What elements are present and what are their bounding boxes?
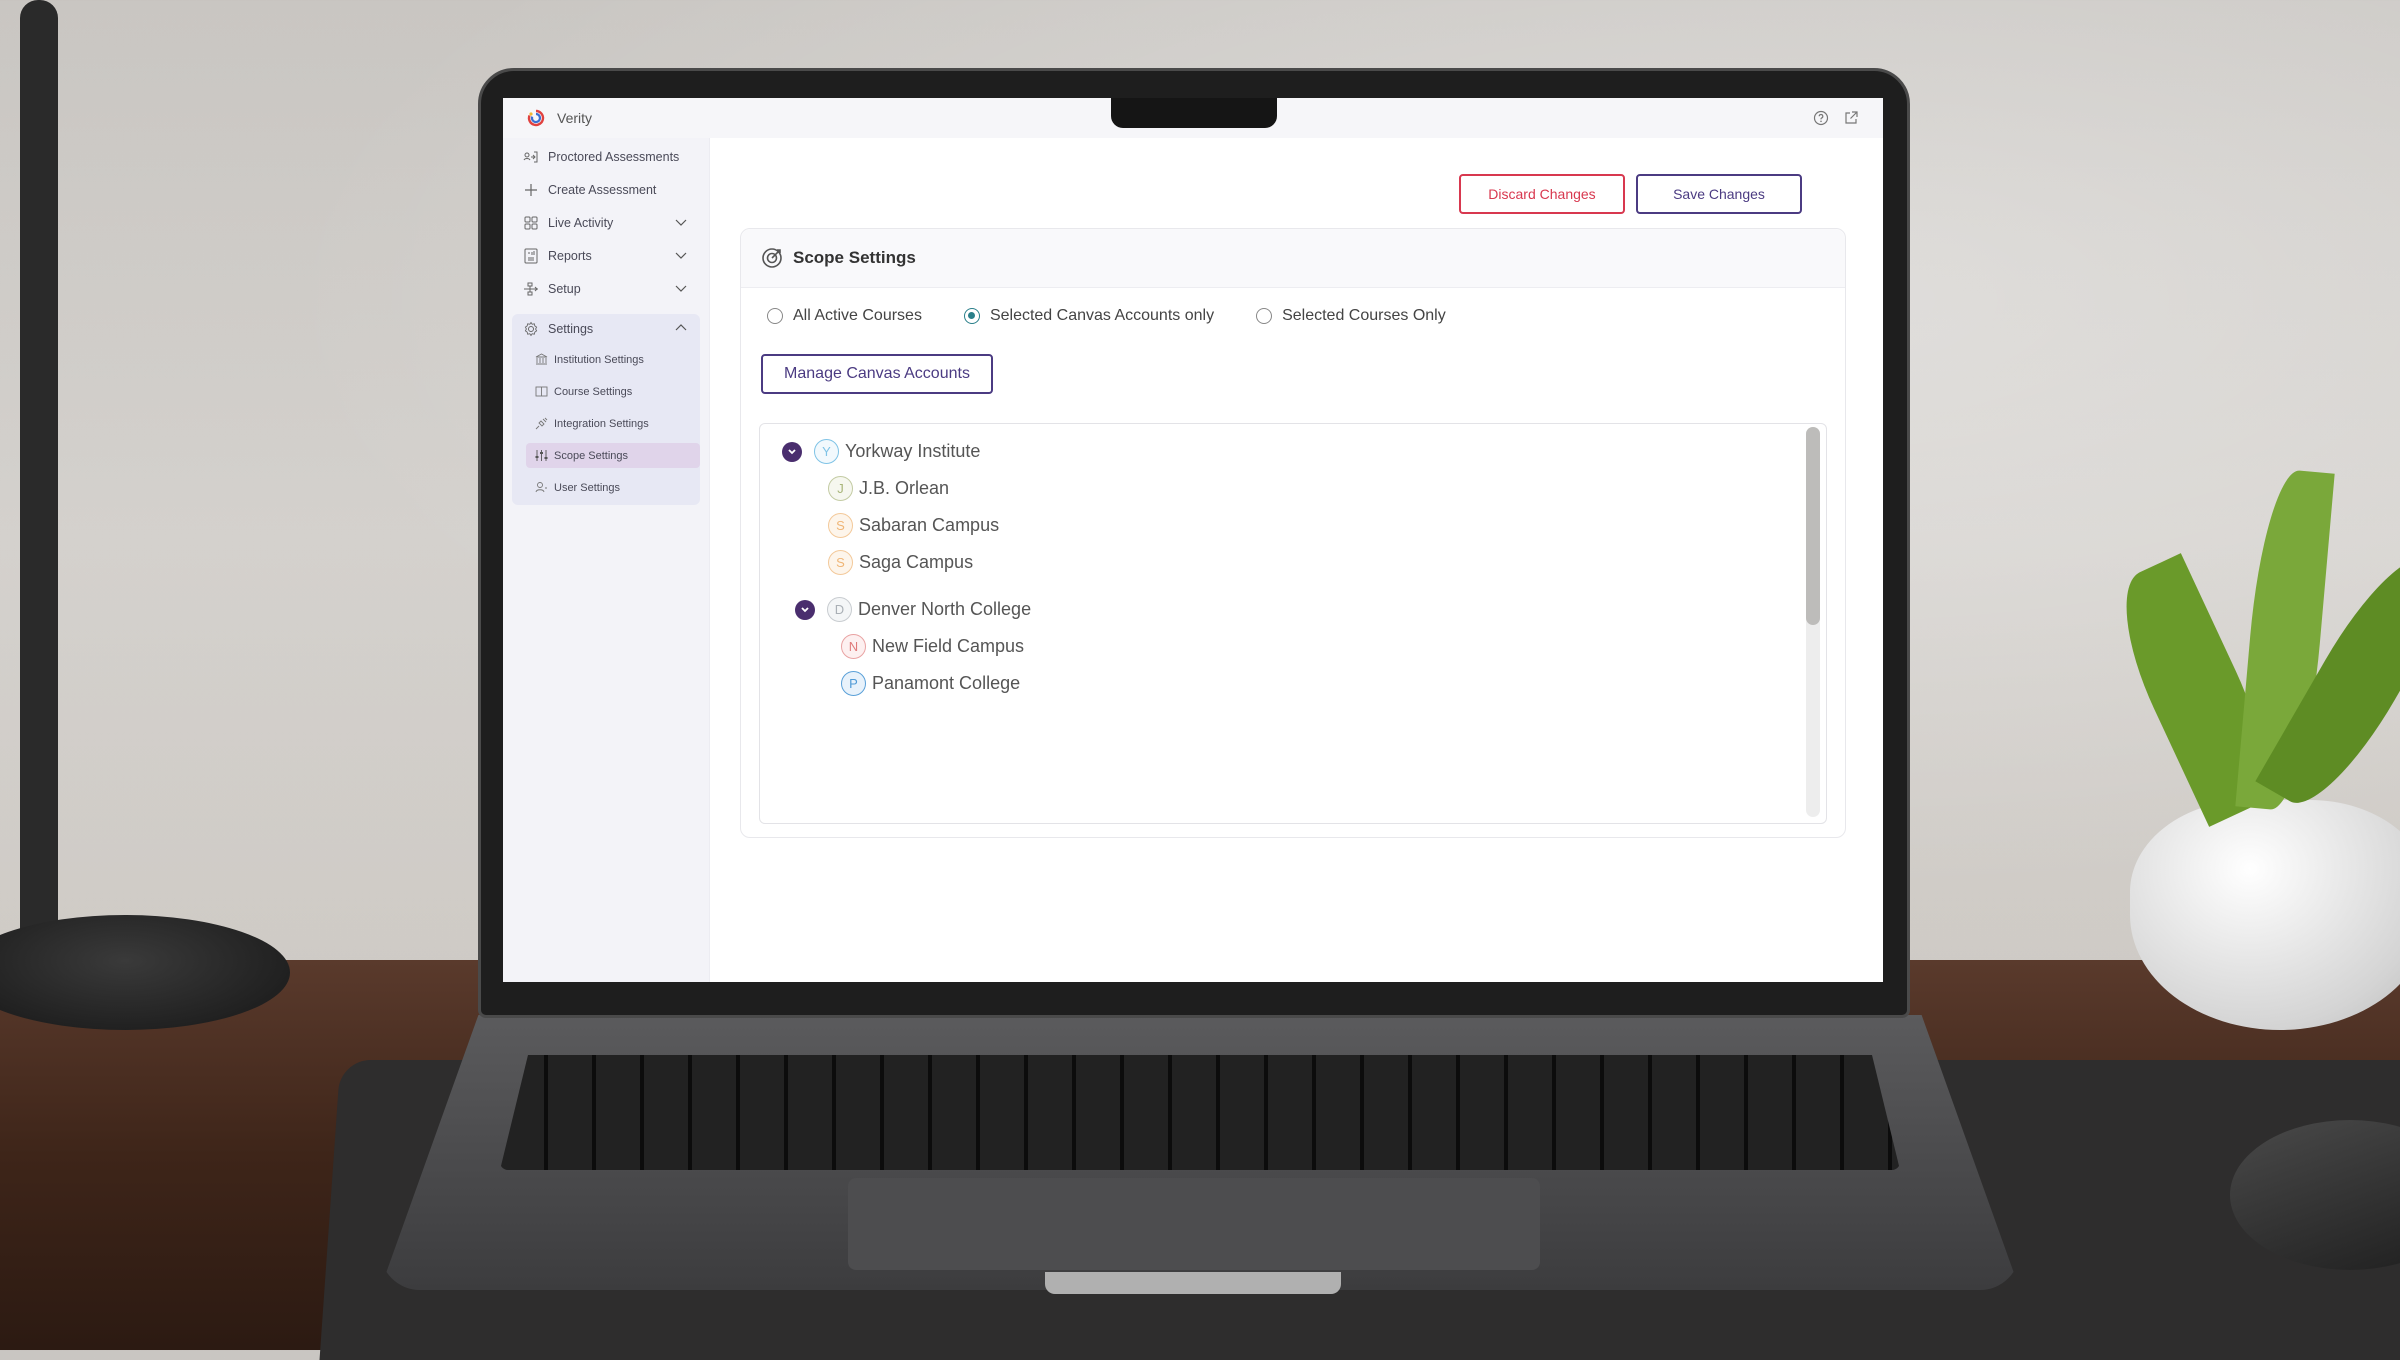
tree-node[interactable]: N New Field Campus [841, 634, 1024, 659]
scope-radio-group: All Active Courses Selected Canvas Accou… [767, 307, 1488, 325]
plug-icon [534, 417, 548, 431]
sidebar-item-proctored-assessments[interactable]: Proctored Assessments [512, 142, 700, 172]
sidebar-subitem-label: Course Settings [554, 385, 633, 398]
tree-node-label: Yorkway Institute [845, 441, 981, 461]
tree-node-label: Sabaran Campus [859, 515, 1000, 535]
app-title: Verity [557, 110, 593, 126]
avatar: P [841, 671, 866, 696]
verity-logo-icon [525, 107, 547, 129]
book-icon [534, 385, 548, 399]
radio-selected-canvas-accounts[interactable]: Selected Canvas Accounts only [963, 307, 1215, 325]
tree-node[interactable]: J J.B. Orlean [828, 476, 949, 501]
sidebar-item-reports[interactable]: Reports [512, 241, 700, 271]
avatar: N [841, 634, 866, 659]
camera-notch [1111, 98, 1277, 128]
tree-node[interactable]: S Saga Campus [828, 550, 973, 575]
radio-label: Selected Courses Only [1282, 307, 1446, 324]
sidebar-item-label: Settings [548, 322, 594, 336]
chevron-down-icon [675, 252, 687, 259]
card-header: Scope Settings [741, 229, 1845, 288]
sidebar-item-label: Create Assessment [548, 183, 657, 197]
sliders-icon [534, 449, 548, 463]
sidebar-item-setup[interactable]: Setup [512, 274, 700, 304]
target-icon [761, 247, 783, 269]
scope-settings-card: Scope Settings All Active Courses Select… [740, 228, 1846, 838]
sidebar-item-label: Proctored Assessments [548, 150, 680, 164]
radio-circle-checked[interactable] [963, 308, 980, 324]
external-link-icon[interactable] [1841, 108, 1861, 128]
proctor-icon [522, 148, 540, 166]
sidebar-subitem-label: Institution Settings [554, 353, 644, 366]
radio-all-active-courses[interactable]: All Active Courses [767, 307, 922, 325]
sidebar-item-label: Reports [548, 249, 592, 263]
sidebar-item-settings[interactable]: Settings [512, 314, 700, 344]
radio-circle[interactable] [767, 308, 783, 324]
tree-node-label: J.B. Orlean [859, 478, 950, 498]
tree-node-label: Panamont College [872, 673, 1021, 693]
setup-icon [522, 280, 540, 298]
user-icon [534, 481, 548, 495]
trackpad [848, 1178, 1540, 1270]
grid-icon [522, 214, 540, 232]
tree-node[interactable]: P Panamont College [841, 671, 1020, 696]
chevron-down-icon[interactable] [782, 441, 802, 462]
radio-circle[interactable] [1256, 308, 1273, 324]
app-window: Verity Proctored Assessments Create Asse… [503, 98, 1883, 982]
sidebar-item-live-activity[interactable]: Live Activity [512, 208, 700, 238]
card-title: Scope Settings [793, 248, 916, 267]
chevron-down-icon[interactable] [795, 599, 815, 620]
sidebar-item-create-assessment[interactable]: Create Assessment [512, 175, 700, 205]
plus-icon [522, 181, 540, 199]
chevron-down-icon [675, 219, 687, 226]
chevron-up-icon [675, 324, 687, 331]
desk-lamp [20, 0, 58, 980]
tree-node[interactable]: S Sabaran Campus [828, 513, 999, 538]
sidebar-subitem-user-settings[interactable]: User Settings [526, 475, 700, 500]
sidebar-subitem-integration-settings[interactable]: Integration Settings [526, 411, 700, 436]
sidebar-subitem-label: Scope Settings [554, 449, 628, 462]
radio-selected-courses-only[interactable]: Selected Courses Only [1256, 307, 1446, 325]
sidebar-subitem-label: User Settings [554, 481, 621, 494]
avatar: S [828, 513, 853, 538]
sidebar: Proctored Assessments Create Assessment … [503, 138, 710, 982]
avatar: D [827, 597, 852, 622]
sidebar-subitem-institution-settings[interactable]: Institution Settings [526, 347, 700, 372]
chevron-down-icon [675, 285, 687, 292]
account-tree: Y Yorkway Institute J J.B. Orlean S Saba… [759, 423, 1827, 824]
avatar: Y [814, 439, 839, 464]
manage-canvas-accounts-button[interactable]: Manage Canvas Accounts [761, 354, 993, 394]
help-circle-icon[interactable] [1811, 108, 1831, 128]
tree-node[interactable]: D Denver North College [795, 597, 1031, 622]
keyboard [500, 1055, 1900, 1170]
save-changes-button[interactable]: Save Changes [1636, 174, 1802, 214]
sidebar-subitem-course-settings[interactable]: Course Settings [526, 379, 700, 404]
avatar: J [828, 476, 853, 501]
tree-node-label: Saga Campus [859, 552, 974, 572]
tree-node-label: New Field Campus [872, 636, 1025, 656]
sidebar-subitem-label: Integration Settings [554, 417, 649, 430]
sidebar-item-label: Live Activity [548, 216, 614, 230]
sidebar-item-label: Setup [548, 282, 581, 296]
laptop-lip [1045, 1272, 1341, 1294]
radio-label: Selected Canvas Accounts only [989, 307, 1215, 324]
institution-icon [534, 353, 548, 367]
tree-node[interactable]: Y Yorkway Institute [782, 439, 980, 464]
tree-node-label: Denver North College [858, 599, 1032, 619]
scrollbar-thumb[interactable] [1806, 427, 1820, 625]
avatar: S [828, 550, 853, 575]
radio-label: All Active Courses [793, 307, 922, 324]
discard-changes-button[interactable]: Discard Changes [1459, 174, 1625, 214]
tree-scrollbar[interactable] [1806, 427, 1820, 817]
sidebar-subitem-scope-settings[interactable]: Scope Settings [526, 443, 700, 468]
gear-icon [522, 320, 540, 338]
settings-group: Settings Institution Settings Course Set… [512, 314, 700, 505]
report-icon [522, 247, 540, 265]
